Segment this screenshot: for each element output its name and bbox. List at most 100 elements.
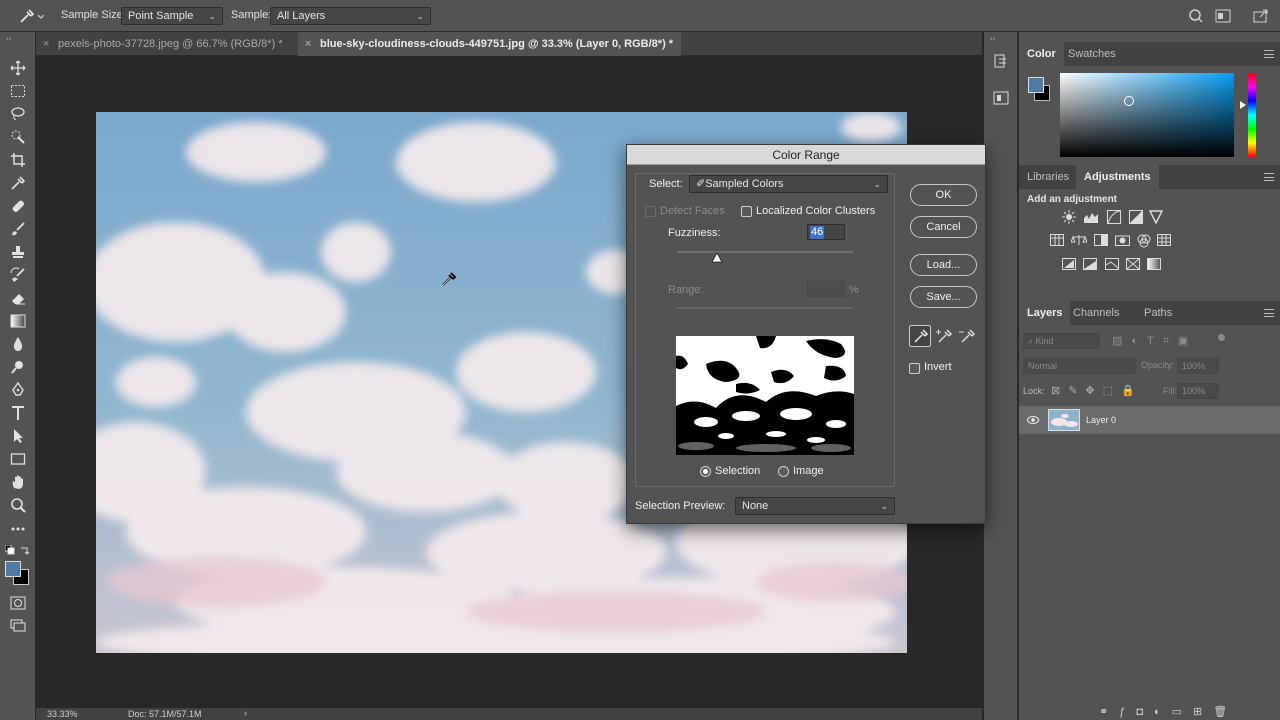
gradient-map-icon[interactable]: [1147, 258, 1161, 270]
tab-layers[interactable]: Layers: [1019, 301, 1071, 325]
dodge-tool-icon[interactable]: [8, 357, 28, 377]
range-slider-track[interactable]: [677, 307, 853, 309]
sample-dropdown[interactable]: All Layers ⌄: [270, 7, 431, 25]
fuzziness-slider-thumb[interactable]: [711, 253, 723, 263]
close-icon[interactable]: ×: [305, 32, 311, 56]
vibrance-icon[interactable]: [1149, 210, 1163, 224]
quick-selection-tool-icon[interactable]: [8, 127, 28, 147]
hue-slider[interactable]: [1248, 73, 1256, 157]
tab-libraries[interactable]: Libraries: [1019, 165, 1077, 189]
path-selection-tool-icon[interactable]: [8, 426, 28, 446]
lock-icons[interactable]: ⊠✎✥⬚🔒: [1051, 384, 1143, 397]
fuzziness-slider-track[interactable]: [677, 251, 853, 253]
hue-pointer-icon[interactable]: [1240, 101, 1247, 109]
tab-adjustments[interactable]: Adjustments: [1076, 165, 1159, 189]
healing-brush-tool-icon[interactable]: [8, 196, 28, 216]
panel-collapse-icon[interactable]: ››: [6, 34, 11, 43]
foreground-color-swatch[interactable]: [5, 561, 21, 577]
gradient-tool-icon[interactable]: [8, 311, 28, 331]
color-balance-icon[interactable]: [1071, 234, 1087, 246]
eyedropper-tool-preset-icon[interactable]: [18, 7, 44, 25]
lasso-tool-icon[interactable]: [8, 104, 28, 124]
black-white-icon[interactable]: [1094, 234, 1108, 246]
select-dropdown[interactable]: ✐Sampled Colors ⌄: [689, 175, 888, 193]
subtract-from-sample-eyedropper-icon[interactable]: [957, 326, 977, 346]
quick-mask-icon[interactable]: [8, 593, 28, 613]
cancel-button[interactable]: Cancel: [910, 216, 977, 238]
more-tools-icon[interactable]: [8, 519, 28, 539]
layer-row[interactable]: Layer 0: [1019, 406, 1280, 434]
foreground-color-chip[interactable]: [1028, 77, 1044, 93]
opacity-field[interactable]: 100%: [1177, 358, 1219, 374]
selection-radio[interactable]: [700, 466, 711, 477]
blur-tool-icon[interactable]: [8, 334, 28, 354]
fill-field[interactable]: 100%: [1177, 383, 1219, 399]
screen-mode-icon[interactable]: [8, 616, 28, 636]
hue-saturation-icon[interactable]: [1050, 234, 1064, 246]
color-field[interactable]: [1060, 73, 1234, 157]
layer-filter-icons[interactable]: ▨◐T⌗▣: [1112, 334, 1197, 348]
properties-panel-icon[interactable]: [993, 90, 1009, 106]
panel-menu-icon[interactable]: [1264, 50, 1274, 58]
posterize-icon[interactable]: [1083, 258, 1097, 270]
brightness-contrast-icon[interactable]: [1062, 210, 1076, 224]
selective-color-icon[interactable]: [1126, 258, 1140, 270]
rectangle-tool-icon[interactable]: [8, 449, 28, 469]
kind-filter-dropdown[interactable]: ⌕ Kind: [1023, 333, 1100, 349]
type-tool-icon[interactable]: [8, 403, 28, 423]
levels-icon[interactable]: [1083, 210, 1099, 224]
fuzziness-input[interactable]: 46: [807, 224, 845, 240]
filter-toggle-icon[interactable]: [1218, 334, 1225, 341]
add-to-sample-eyedropper-icon[interactable]: [934, 326, 954, 346]
threshold-icon[interactable]: [1105, 258, 1119, 270]
search-icon[interactable]: [1188, 8, 1204, 24]
hand-tool-icon[interactable]: [8, 472, 28, 492]
layer-name[interactable]: Layer 0: [1086, 415, 1116, 425]
tab-channels[interactable]: Channels: [1065, 301, 1127, 325]
zoom-tool-icon[interactable]: [8, 495, 28, 515]
panel-menu-icon[interactable]: [1264, 309, 1274, 317]
eye-icon[interactable]: [1027, 415, 1039, 425]
marquee-tool-icon[interactable]: [8, 81, 28, 101]
range-input[interactable]: [807, 281, 845, 297]
crop-tool-icon[interactable]: [8, 150, 28, 170]
layer-actions-icons[interactable]: ⚭ƒ◘◐▭⊞🗑: [1099, 705, 1238, 718]
pen-tool-icon[interactable]: [8, 380, 28, 400]
sample-size-dropdown[interactable]: Point Sample ⌄: [121, 7, 223, 25]
tab-paths[interactable]: Paths: [1136, 301, 1180, 325]
workspace-icon[interactable]: [1215, 9, 1231, 23]
selection-preview-dropdown[interactable]: None ⌄: [735, 497, 895, 515]
move-tool-icon[interactable]: [8, 58, 28, 78]
panel-menu-icon[interactable]: [1264, 173, 1274, 181]
blend-mode-dropdown[interactable]: Normal: [1023, 358, 1136, 374]
tab-swatches[interactable]: Swatches: [1060, 42, 1124, 66]
photo-filter-icon[interactable]: [1115, 234, 1131, 246]
eyedropper-button[interactable]: [909, 325, 931, 347]
clone-stamp-tool-icon[interactable]: [8, 242, 28, 262]
default-colors-icon[interactable]: [5, 545, 15, 555]
zoom-level[interactable]: 33.33%: [47, 709, 78, 719]
detect-faces-checkbox[interactable]: [645, 206, 656, 217]
image-radio[interactable]: [778, 466, 789, 477]
close-icon[interactable]: ×: [43, 32, 49, 56]
save-button[interactable]: Save...: [910, 286, 977, 308]
tab-color[interactable]: Color: [1019, 42, 1064, 66]
color-lookup-icon[interactable]: [1157, 234, 1171, 246]
invert-checkbox[interactable]: [909, 363, 920, 374]
swap-colors-icon[interactable]: [20, 545, 30, 555]
history-brush-tool-icon[interactable]: [8, 265, 28, 285]
status-menu-arrow[interactable]: ›: [244, 708, 247, 718]
eraser-tool-icon[interactable]: [8, 288, 28, 308]
load-button[interactable]: Load...: [910, 254, 977, 276]
panel-expand-icon[interactable]: ‹‹: [990, 34, 995, 43]
share-icon[interactable]: [1253, 9, 1269, 23]
eyedropper-tool-icon[interactable]: [8, 173, 28, 193]
invert-adjustment-icon[interactable]: [1062, 258, 1076, 270]
tab-pexels-photo[interactable]: × pexels-photo-37728.jpeg @ 66.7% (RGB/8…: [36, 32, 298, 56]
exposure-icon[interactable]: [1129, 210, 1143, 224]
curves-icon[interactable]: [1107, 210, 1121, 224]
localized-clusters-checkbox[interactable]: [741, 206, 752, 217]
ok-button[interactable]: OK: [910, 184, 977, 206]
history-panel-icon[interactable]: [993, 54, 1009, 70]
tab-blue-sky-clouds[interactable]: × blue-sky-cloudiness-clouds-449751.jpg …: [298, 32, 681, 56]
